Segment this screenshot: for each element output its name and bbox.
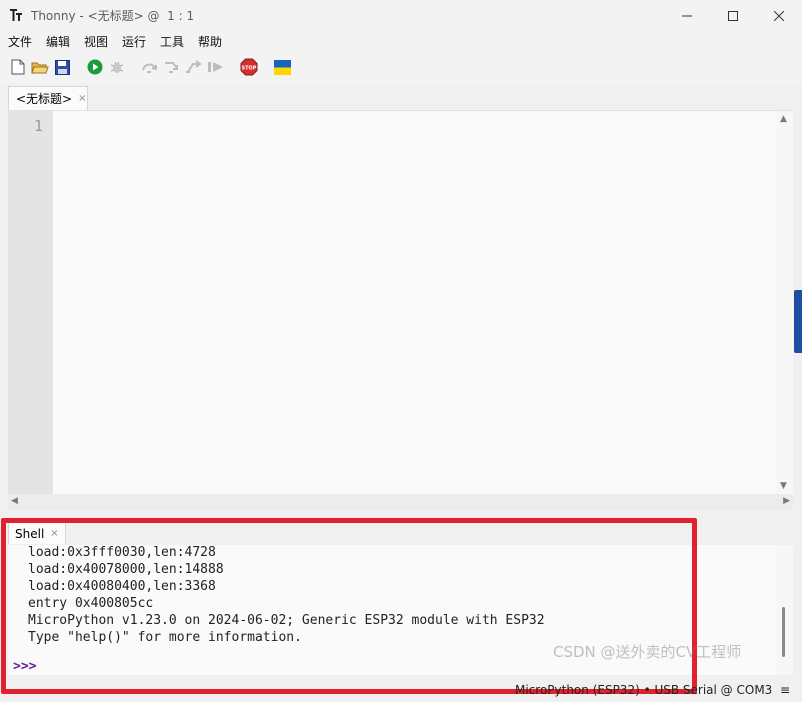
step-out-icon: [186, 60, 202, 73]
tab-close-icon[interactable]: ×: [78, 93, 86, 104]
menu-view[interactable]: 视图: [84, 33, 108, 50]
resume-icon: [208, 62, 223, 72]
open-file-icon: [31, 62, 49, 73]
debug-icon: [110, 61, 124, 73]
window-title: Thonny - <无标题> @ 1 : 1: [31, 9, 195, 23]
line-number-gutter: 1: [8, 111, 53, 495]
scroll-up-icon[interactable]: ▲: [780, 114, 787, 124]
stop-label: STOP: [242, 66, 257, 72]
scroll-down-icon[interactable]: ▼: [780, 481, 787, 491]
new-file-button[interactable]: [9, 58, 27, 76]
shell-scroll-thumb[interactable]: [782, 607, 785, 657]
run-button[interactable]: [86, 58, 104, 76]
scroll-right-icon[interactable]: ▶: [783, 496, 790, 506]
step-into-button[interactable]: [163, 58, 181, 76]
tab-untitled[interactable]: <无标题> ×: [8, 86, 88, 110]
tab-label: <无标题>: [16, 92, 73, 106]
close-icon: [774, 10, 784, 21]
ukraine-flag-icon: [273, 59, 291, 75]
new-file-icon: [11, 59, 25, 75]
menu-tools[interactable]: 工具: [160, 33, 184, 50]
run-icon: [87, 59, 103, 75]
step-over-button[interactable]: [141, 58, 159, 76]
code-editor[interactable]: 1 ▲ ▼: [8, 110, 793, 495]
menu-edit[interactable]: 编辑: [46, 33, 70, 50]
line-number: 1: [33, 117, 43, 135]
annotation-highlight-box: [1, 518, 697, 694]
step-into-icon: [165, 62, 178, 73]
maximize-button[interactable]: [710, 0, 756, 31]
resume-button[interactable]: [207, 58, 225, 76]
minimize-icon: [682, 15, 692, 16]
save-button[interactable]: [53, 58, 71, 76]
thonny-logo-icon: [10, 9, 22, 21]
menu-run[interactable]: 运行: [122, 33, 146, 50]
side-panel-handle[interactable]: [794, 290, 802, 353]
editor-tab-bar: <无标题> ×: [0, 84, 802, 110]
close-button[interactable]: [756, 0, 802, 31]
shell-scrollbar[interactable]: [776, 545, 793, 675]
stop-button[interactable]: STOP: [240, 58, 258, 76]
watermark: CSDN @送外卖的CV工程师: [553, 643, 742, 661]
save-icon: [54, 59, 70, 75]
interpreter-selector[interactable]: MicroPython (ESP32) • USB Serial @ COM3 …: [515, 683, 790, 697]
toolbar: STOP: [0, 50, 802, 84]
minimize-button[interactable]: [664, 0, 710, 31]
step-out-button[interactable]: [185, 58, 203, 76]
menu-help[interactable]: 帮助: [198, 33, 222, 50]
open-file-button[interactable]: [31, 58, 49, 76]
editor-vertical-scrollbar[interactable]: ▲ ▼: [776, 111, 793, 495]
debug-button[interactable]: [108, 58, 126, 76]
status-bar: MicroPython (ESP32) • USB Serial @ COM3 …: [0, 680, 802, 702]
menu-file[interactable]: 文件: [8, 33, 32, 50]
maximize-icon: [728, 10, 738, 21]
title-bar: Thonny - <无标题> @ 1 : 1: [0, 0, 802, 31]
menu-bar: 文件 编辑 视图 运行 工具 帮助: [0, 31, 802, 50]
stop-icon: STOP: [240, 58, 258, 76]
support-ukraine-button[interactable]: [273, 58, 291, 76]
step-over-icon: [142, 63, 157, 73]
editor-horizontal-scrollbar[interactable]: ◀ ▶: [8, 494, 793, 510]
scroll-left-icon[interactable]: ◀: [11, 496, 18, 506]
